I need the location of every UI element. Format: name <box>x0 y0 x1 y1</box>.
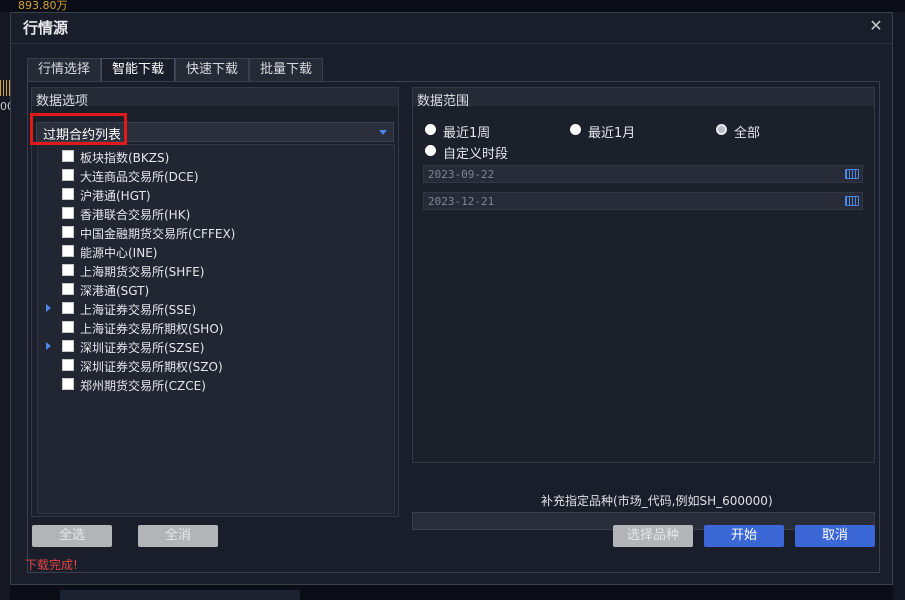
dropdown-value: 过期合约列表 <box>43 128 122 143</box>
background-price-text: 893.80万 <box>18 0 68 12</box>
title-divider <box>11 43 892 44</box>
checkbox[interactable] <box>62 321 74 333</box>
tree-item-czce[interactable]: 郑州期货交易所(CZCE) <box>38 375 394 394</box>
data-options-title: 数据选项 <box>36 94 89 109</box>
exchange-tree: 板块指数(BKZS) 大连商品交易所(DCE) 沪港通(HGT) 香港联合交易所… <box>37 144 395 514</box>
tree-item-szse[interactable]: 深圳证券交易所(SZSE) <box>38 337 394 356</box>
start-date-field[interactable]: 2023-09-22 <box>423 165 863 183</box>
radio-label: 最近1月 <box>588 126 636 141</box>
tree-item-label: 上海证券交易所期权(SHO) <box>80 322 224 336</box>
data-type-dropdown[interactable]: 过期合约列表 <box>36 122 394 143</box>
radio-label: 全部 <box>734 126 761 141</box>
tab-market-select[interactable]: 行情选择 <box>27 58 102 82</box>
checkbox[interactable] <box>62 359 74 371</box>
tab-quick-download[interactable]: 快速下载 <box>175 58 250 82</box>
data-range-group: 数据范围 最近1周 最近1月 全部 自定义时段 2023-09-22 2023-… <box>412 87 875 463</box>
end-date-value: 2023-12-21 <box>428 195 495 208</box>
tree-item-shfe[interactable]: 上海期货交易所(SHFE) <box>38 261 394 280</box>
tree-item-hk[interactable]: 香港联合交易所(HK) <box>38 204 394 223</box>
tab-batch-download[interactable]: 批量下载 <box>249 58 324 82</box>
select-variety-button[interactable]: 选择品种 <box>613 525 693 547</box>
radio-label: 最近1周 <box>443 126 491 141</box>
keyboard-icon[interactable] <box>845 196 859 206</box>
background-right-scrollbar <box>893 12 905 600</box>
checkbox[interactable] <box>62 283 74 295</box>
tree-item-ine[interactable]: 能源中心(INE) <box>38 242 394 261</box>
close-icon: ✕ <box>869 16 883 35</box>
checkbox[interactable] <box>62 207 74 219</box>
dialog-title: 行情源 <box>23 19 69 37</box>
tab-bar: 行情选择 智能下载 快速下载 批量下载 <box>27 58 324 82</box>
tree-item-label: 深圳证券交易所(SZSE) <box>80 341 205 355</box>
tree-item-sho[interactable]: 上海证券交易所期权(SHO) <box>38 318 394 337</box>
checkbox[interactable] <box>62 188 74 200</box>
cancel-button[interactable]: 取消 <box>795 525 875 547</box>
tree-item-sgt[interactable]: 深港通(SGT) <box>38 280 394 299</box>
background-bottom-bar <box>60 590 300 600</box>
checkbox[interactable] <box>62 245 74 257</box>
tree-item-label: 深圳证券交易所期权(SZO) <box>80 360 223 374</box>
tree-item-label: 香港联合交易所(HK) <box>80 208 191 222</box>
expand-arrow-icon[interactable] <box>46 304 51 312</box>
tree-item-label: 中国金融期货交易所(CFFEX) <box>80 227 236 241</box>
deselect-all-button[interactable]: 全消 <box>138 525 218 547</box>
checkbox[interactable] <box>62 150 74 162</box>
tree-item-szo[interactable]: 深圳证券交易所期权(SZO) <box>38 356 394 375</box>
checkbox[interactable] <box>62 302 74 314</box>
close-button[interactable]: ✕ <box>868 17 884 35</box>
tree-item-label: 沪港通(HGT) <box>80 189 151 203</box>
tree-item-sse[interactable]: 上海证券交易所(SSE) <box>38 299 394 318</box>
background-volume-bars <box>0 80 10 96</box>
tree-item-label: 能源中心(INE) <box>80 246 158 260</box>
keyboard-icon[interactable] <box>845 169 859 179</box>
start-button[interactable]: 开始 <box>704 525 784 547</box>
tree-item-label: 上海期货交易所(SHFE) <box>80 265 205 279</box>
checkbox[interactable] <box>62 264 74 276</box>
checkbox[interactable] <box>62 340 74 352</box>
tree-item-label: 大连商品交易所(DCE) <box>80 170 199 184</box>
checkbox[interactable] <box>62 169 74 181</box>
tree-item-label: 板块指数(BKZS) <box>80 151 170 165</box>
tree-item-label: 深港通(SGT) <box>80 284 150 298</box>
tree-item-hgt[interactable]: 沪港通(HGT) <box>38 185 394 204</box>
select-all-button[interactable]: 全选 <box>32 525 112 547</box>
radio-dot[interactable] <box>425 124 436 135</box>
tab-smart-download[interactable]: 智能下载 <box>101 58 176 82</box>
chevron-down-icon <box>379 130 387 135</box>
extra-symbol-hint: 补充指定品种(市场_代码,例如SH_600000) <box>541 494 773 508</box>
start-date-value: 2023-09-22 <box>428 168 495 181</box>
checkbox[interactable] <box>62 226 74 238</box>
group-title-bar <box>413 88 874 106</box>
checkbox[interactable] <box>62 378 74 390</box>
radio-label: 自定义时段 <box>443 147 509 162</box>
status-message: 下载完成! <box>25 558 78 572</box>
end-date-field[interactable]: 2023-12-21 <box>423 192 863 210</box>
radio-dot[interactable] <box>425 145 436 156</box>
data-options-group: 数据选项 过期合约列表 板块指数(BKZS) 大连商品交易所(DCE) 沪港通(… <box>31 87 399 517</box>
tree-item-dce[interactable]: 大连商品交易所(DCE) <box>38 166 394 185</box>
tree-item-label: 郑州期货交易所(CZCE) <box>80 379 206 393</box>
radio-dot[interactable] <box>570 124 581 135</box>
background-app-strip <box>0 0 905 12</box>
data-range-title: 数据范围 <box>417 94 470 109</box>
tree-item-cffex[interactable]: 中国金融期货交易所(CFFEX) <box>38 223 394 242</box>
radio-dot-selected[interactable] <box>716 124 727 135</box>
tree-item-bkzs[interactable]: 板块指数(BKZS) <box>38 147 394 166</box>
market-source-dialog: 行情源 ✕ 行情选择 智能下载 快速下载 批量下载 数据选项 过期合约列表 板块… <box>10 12 893 585</box>
expand-arrow-icon[interactable] <box>46 342 51 350</box>
tree-item-label: 上海证券交易所(SSE) <box>80 303 197 317</box>
